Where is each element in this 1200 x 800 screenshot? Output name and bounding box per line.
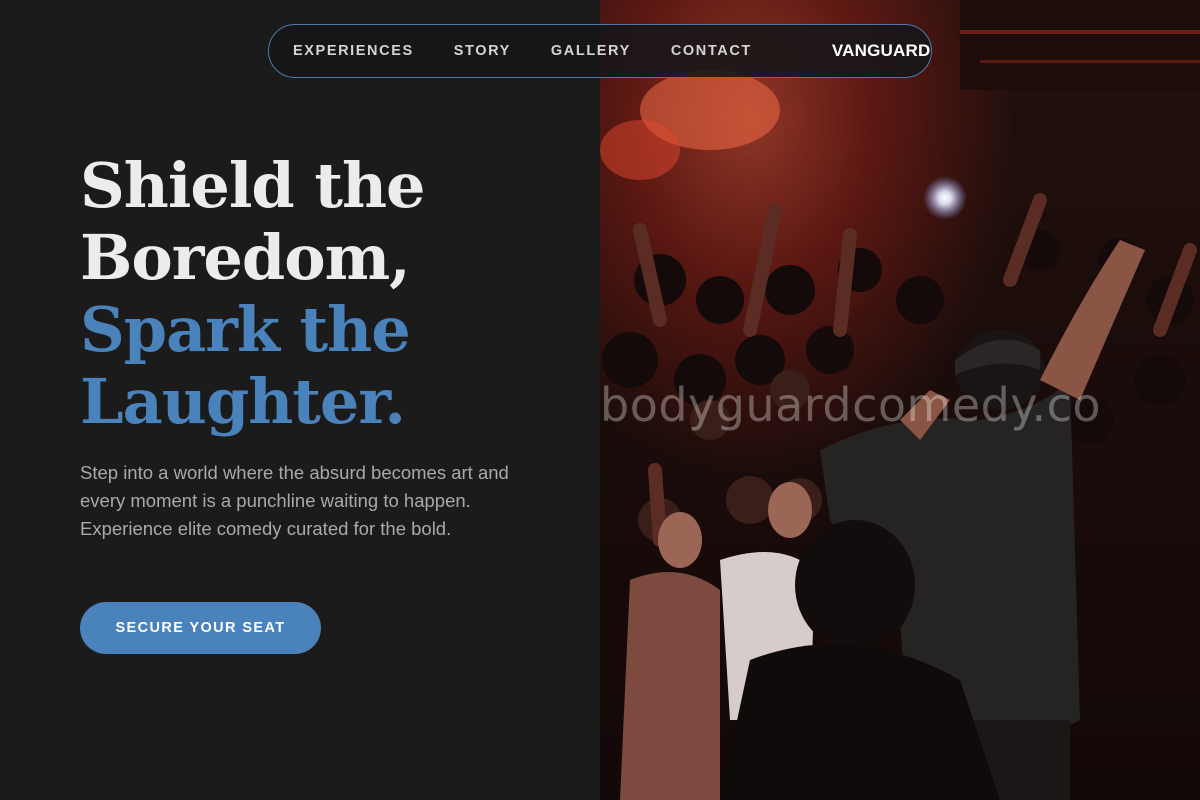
hero-title-accent-line-1: Spark the: [80, 293, 411, 366]
secure-seat-button[interactable]: SECURE YOUR SEAT: [80, 602, 321, 654]
hero-title: Shield the Boredom, Spark the Laughter.: [80, 150, 580, 438]
nav-link-experiences[interactable]: EXPERIENCES: [293, 43, 414, 59]
hero-title-line-1: Shield the: [80, 149, 426, 222]
watermark-text: bodyguardcomedy.co: [600, 378, 1102, 432]
hero-title-line-2: Boredom,: [80, 221, 411, 294]
top-navigation: EXPERIENCES STORY GALLERY CONTACT VANGUA…: [268, 24, 932, 78]
concert-crowd-photo: bodyguardcomedy.co: [600, 0, 1200, 800]
hero-left-panel: Shield the Boredom, Spark the Laughter. …: [0, 0, 600, 800]
nav-link-story[interactable]: STORY: [454, 43, 511, 59]
hero-title-accent-line-2: Laughter.: [80, 365, 406, 438]
hero-subtitle: Step into a world where the absurd becom…: [80, 462, 509, 539]
nav-link-contact[interactable]: CONTACT: [671, 43, 752, 59]
nav-link-gallery[interactable]: GALLERY: [551, 43, 631, 59]
brand-logo[interactable]: VANGUARD: [832, 41, 931, 61]
